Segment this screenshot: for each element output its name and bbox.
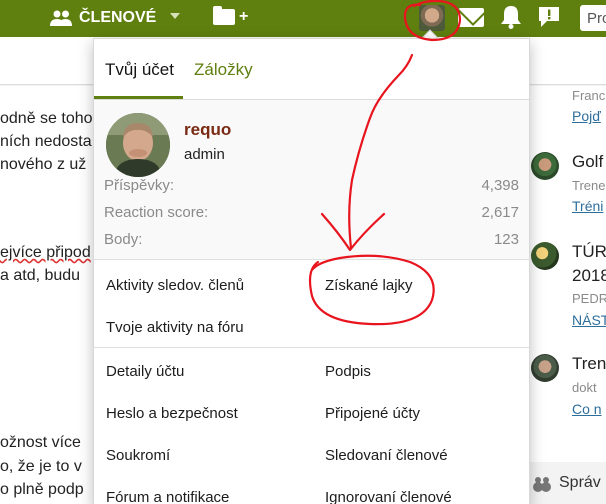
new-content-nav-item[interactable]: + [213, 6, 249, 26]
content-text-line: odně se toho [0, 110, 93, 127]
content-text-line: o plně podp [0, 481, 84, 498]
account-username[interactable]: requo [184, 120, 231, 140]
sidebar-avatar[interactable] [531, 152, 559, 180]
stat-value-reaction-score: 2,617 [481, 204, 519, 221]
account-role: admin [184, 146, 225, 163]
members-dropdown-caret-icon[interactable] [170, 13, 180, 19]
stat-label-points: Body: [104, 231, 143, 248]
sidebar-text: dokt [572, 380, 597, 395]
menu-privacy[interactable]: Soukromí [106, 447, 170, 464]
new-content-plus: + [239, 8, 249, 25]
menu-ignored-members[interactable]: Ignorovaní členové [325, 489, 452, 504]
content-text-line: ních nedosta [0, 133, 92, 150]
menu-signature[interactable]: Podpis [325, 363, 371, 380]
stat-value-posts: 4,398 [481, 177, 519, 194]
sidebar-avatar[interactable] [531, 242, 559, 270]
sidebar-text: Franc [572, 88, 606, 103]
menu-connected-accounts[interactable]: Připojené účty [325, 405, 420, 422]
sidebar-staff-header: Správ [533, 474, 601, 492]
menu-password-security[interactable]: Heslo a bezpečnost [106, 405, 238, 422]
content-text-line: o, že je to v [0, 458, 82, 475]
sidebar-avatar[interactable] [531, 354, 559, 382]
mail-icon[interactable] [458, 8, 484, 27]
sidebar-link[interactable]: NÁST [572, 312, 606, 328]
bell-icon[interactable] [500, 5, 522, 29]
content-text-line: nového z už [0, 156, 87, 173]
menu-your-activity[interactable]: Tvoje aktivity na fóru [106, 319, 244, 336]
sidebar-thread-title[interactable]: TÚRA [572, 242, 606, 262]
misspelled-text: ejvíce připod [0, 244, 91, 261]
search-placeholder: Pro [587, 10, 606, 27]
content-text-line: a atd, budu [0, 267, 81, 284]
menu-separator [94, 347, 529, 348]
menu-followed-activity[interactable]: Aktivity sledov. členů [106, 277, 244, 294]
chat-alert-icon[interactable] [537, 6, 561, 28]
search-input[interactable]: Pro [580, 5, 606, 31]
menu-forum-notifications[interactable]: Fórum a notifikace [106, 489, 229, 504]
sidebar-link[interactable]: Pojď [572, 108, 601, 124]
avatar-photo [106, 113, 170, 177]
stat-value-points: 123 [493, 231, 519, 248]
members-nav-label: ČLENOVÉ [79, 9, 157, 26]
account-avatar[interactable] [106, 113, 170, 177]
members-icon [50, 10, 72, 26]
folder-icon [213, 6, 235, 25]
sidebar-text: Trene [572, 178, 606, 193]
account-popup-tabs: Tvůj účet Záložky [94, 39, 529, 100]
account-summary: requo admin Příspěvky: 4,398 Reaction sc… [94, 100, 529, 260]
sidebar-thread-title[interactable]: Golf [572, 152, 603, 172]
sidebar-link[interactable]: Co n [572, 401, 602, 417]
content-text-line: ožnost více [0, 434, 81, 451]
top-navigation-bar: ČLENOVÉ + Pro [0, 0, 606, 37]
sidebar-thread-title[interactable]: Tren [572, 354, 606, 374]
menu-following[interactable]: Sledovaní členové [325, 447, 448, 464]
sidebar-link[interactable]: Tréni [572, 198, 603, 214]
members-nav-item[interactable]: ČLENOVÉ [50, 7, 156, 29]
stat-label-reaction-score: Reaction score: [104, 204, 209, 221]
sidebar-text: PEDR [572, 291, 606, 306]
sidebar-thread-title[interactable]: 2018 [572, 266, 606, 286]
menu-account-details[interactable]: Detaily účtu [106, 363, 184, 380]
tab-your-account[interactable]: Tvůj účet [105, 60, 174, 80]
tab-bookmarks[interactable]: Záložky [194, 60, 253, 80]
sidebar-staff-label: Správ [559, 474, 601, 491]
people-icon [533, 476, 551, 490]
content-text-line: ejvíce připod [0, 244, 91, 262]
stat-label-posts: Příspěvky: [104, 177, 175, 194]
account-menu-popup: Tvůj účet Záložky requo admin Příspěvky:… [93, 38, 530, 504]
user-avatar-button[interactable] [419, 5, 445, 31]
active-tab-indicator [94, 96, 183, 99]
menu-likes-received[interactable]: Získané lajky [325, 277, 413, 294]
